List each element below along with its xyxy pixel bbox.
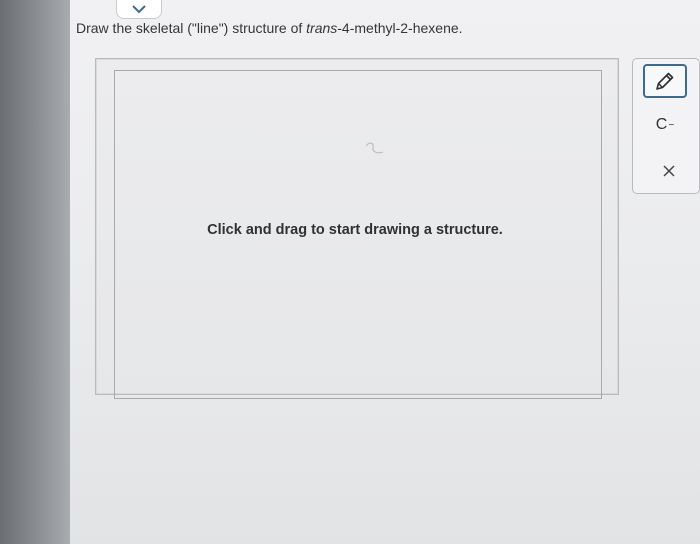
question-text: Draw the skeletal ("line") structure of … bbox=[76, 20, 463, 36]
pencil-icon bbox=[656, 72, 674, 90]
pencil-tool-button[interactable] bbox=[643, 64, 687, 98]
charge-sign: − bbox=[668, 119, 675, 131]
collapse-toggle[interactable] bbox=[116, 0, 162, 19]
canvas-hint: Click and drag to start drawing a struct… bbox=[207, 222, 503, 238]
question-compound-name: -4-methyl-2-hexene. bbox=[337, 20, 463, 36]
faint-mark bbox=[365, 142, 384, 154]
question-compound-stereo: trans bbox=[306, 20, 338, 36]
window-edge bbox=[0, 0, 70, 544]
charge-tool-label: C bbox=[655, 116, 668, 133]
close-icon bbox=[663, 165, 675, 177]
chevron-down-icon bbox=[132, 5, 146, 14]
clear-button[interactable] bbox=[654, 156, 684, 186]
question-prefix: Draw the skeletal ("line") structure of bbox=[76, 20, 307, 36]
charge-tool-button[interactable]: C − bbox=[650, 110, 680, 140]
